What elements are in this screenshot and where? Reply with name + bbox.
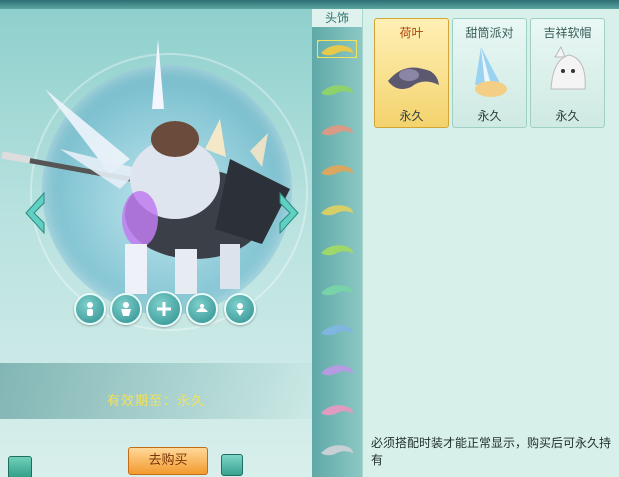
item-list-panel: 荷叶 永久 甜筒派对 永久 吉祥软帽 永久 必须搭配时装才能正常显示，购买后可永…: [362, 9, 619, 477]
item-duration: 永久: [399, 109, 424, 123]
preview-panel: 有效期至：永久 去购买: [0, 9, 312, 477]
soft-cap-hat-icon: [550, 45, 586, 90]
emote-button[interactable]: [224, 293, 256, 325]
item-duration: 永久: [555, 109, 580, 123]
category-item-hat-icon[interactable]: [316, 39, 358, 59]
category-item-hat-icon[interactable]: [317, 320, 357, 338]
lotus-leaf-hat-icon: [388, 67, 439, 89]
ice-cream-cone-hat-icon: [475, 47, 507, 97]
top-border: [0, 0, 619, 9]
category-item-hat-icon[interactable]: [317, 400, 357, 418]
mount-icon: [196, 304, 208, 312]
buy-button[interactable]: 去购买: [128, 447, 208, 475]
category-item-hat-icon[interactable]: [317, 280, 357, 298]
zoom-in-button[interactable]: [146, 291, 182, 327]
notice-text: 必须搭配时装才能正常显示，购买后可永久持有: [371, 436, 612, 467]
validity-label: 有效期至：永久: [106, 394, 205, 409]
category-item-hat-icon[interactable]: [317, 440, 357, 458]
rotate-right-arrow-icon[interactable]: [276, 191, 302, 235]
category-item-hat-icon[interactable]: [317, 160, 357, 178]
character-view-button[interactable]: [74, 293, 106, 325]
category-header: 头饰: [312, 9, 362, 27]
category-item-hat-icon[interactable]: [317, 240, 357, 258]
item-name: 甜筒派对: [465, 26, 514, 40]
edit-note-icon[interactable]: [8, 456, 32, 477]
emote-icon: [236, 303, 244, 316]
category-item-hat-icon[interactable]: [317, 80, 357, 98]
item-name: 荷叶: [399, 26, 424, 40]
mount-action-button[interactable]: [186, 293, 218, 325]
item-card-sweet-cone-party[interactable]: 甜筒派对 永久: [452, 18, 527, 128]
pose-icon: [121, 302, 131, 316]
item-duration: 永久: [477, 109, 502, 123]
item-card-lucky-soft-hat[interactable]: 吉祥软帽 永久: [530, 18, 605, 128]
category-item-hat-icon[interactable]: [317, 200, 357, 218]
item-name: 吉祥软帽: [543, 26, 592, 40]
person-icon: [87, 302, 93, 316]
share-icon[interactable]: [221, 454, 243, 476]
pose-button[interactable]: [110, 293, 142, 325]
item-card-lotus-leaf[interactable]: 荷叶 永久: [374, 18, 449, 128]
mount-character-image: [1, 39, 290, 294]
rotate-left-arrow-icon[interactable]: [22, 191, 48, 235]
category-item-hat-icon[interactable]: [317, 120, 357, 138]
category-item-hat-icon[interactable]: [317, 360, 357, 378]
plus-icon: [157, 302, 171, 316]
